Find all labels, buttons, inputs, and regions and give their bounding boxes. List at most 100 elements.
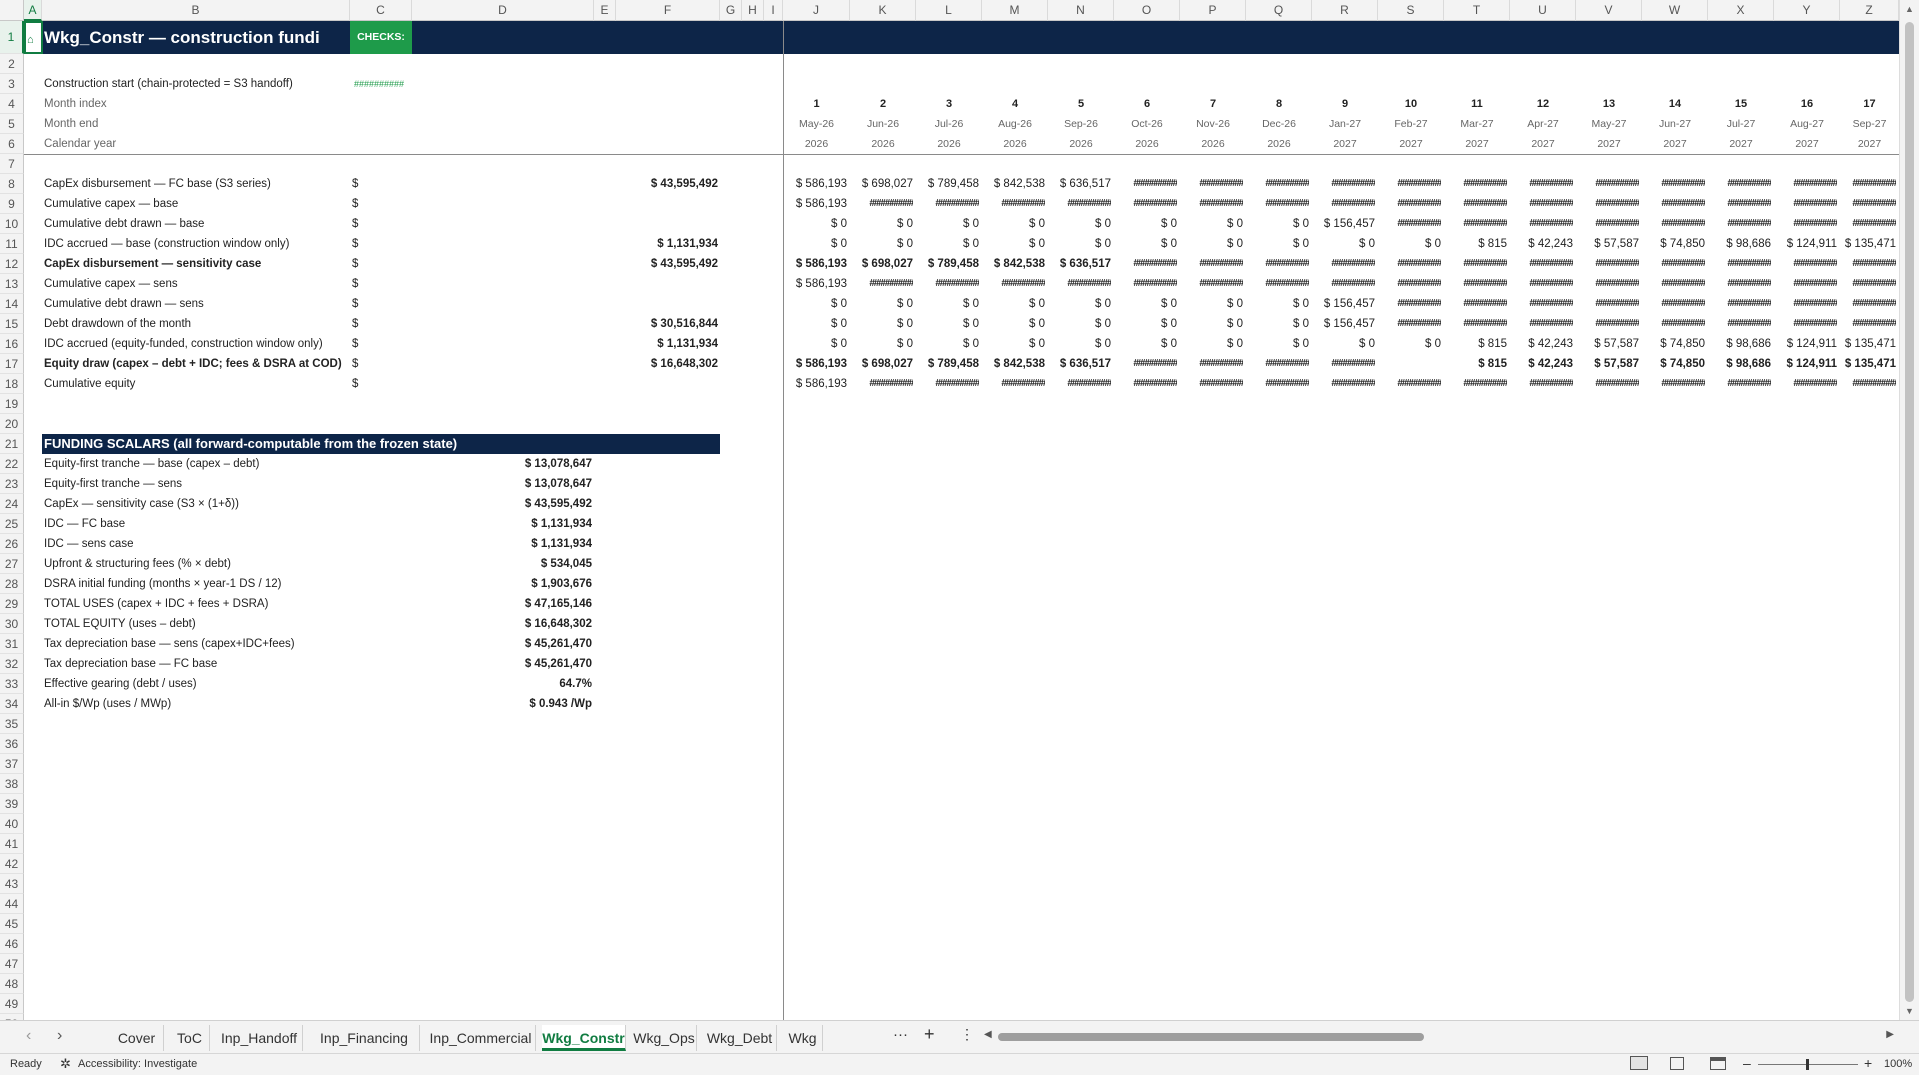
row-value[interactable]: ##########	[1576, 194, 1639, 214]
scalar-value[interactable]: 64.7%	[412, 674, 592, 694]
row-header[interactable]: 11	[0, 234, 24, 254]
row-value[interactable]: ##########	[1642, 274, 1705, 294]
row-value[interactable]: ##########	[1840, 214, 1896, 234]
month-index[interactable]: 6	[1114, 94, 1180, 114]
row-value[interactable]: ##########	[1444, 374, 1507, 394]
scalar-value[interactable]: $ 43,595,492	[412, 494, 592, 514]
column-header-j[interactable]: J	[783, 0, 850, 21]
column-header-v[interactable]: V	[1576, 0, 1642, 21]
row-value[interactable]: ##########	[1444, 194, 1507, 214]
month-end[interactable]: Jan-27	[1312, 114, 1378, 134]
scalar-label[interactable]: All-in $/Wp (uses / MWp)	[44, 694, 410, 714]
options-icon[interactable]: ⋮	[960, 1026, 974, 1043]
row-unit[interactable]: $	[352, 274, 382, 294]
row-header[interactable]: 36	[0, 734, 24, 754]
calendar-year[interactable]: 2026	[1246, 134, 1312, 154]
row-value[interactable]: ##########	[1642, 314, 1705, 334]
tab-inp-financing[interactable]: Inp_Financing	[309, 1025, 420, 1051]
row-value[interactable]: $ 698,027	[850, 254, 913, 274]
row-value[interactable]: $ 0	[982, 314, 1045, 334]
tab-toc[interactable]: ToC	[170, 1025, 210, 1051]
scroll-up-icon[interactable]: ▲	[1905, 4, 1914, 14]
row-value[interactable]: $ 0	[850, 214, 913, 234]
row-value[interactable]: $ 74,850	[1642, 354, 1705, 374]
row-value[interactable]: $ 0	[1246, 294, 1309, 314]
month-index[interactable]: 10	[1378, 94, 1444, 114]
month-end[interactable]: May-27	[1576, 114, 1642, 134]
row-value[interactable]: ##########	[1576, 314, 1639, 334]
row-value[interactable]: $ 586,193	[783, 374, 847, 394]
column-header-u[interactable]: U	[1510, 0, 1576, 21]
row-value[interactable]: ##########	[1378, 294, 1441, 314]
row-header[interactable]: 6	[0, 134, 24, 154]
row-value[interactable]: ##########	[1444, 314, 1507, 334]
scalar-label[interactable]: Equity-first tranche — base (capex – deb…	[44, 454, 410, 474]
row-value[interactable]: ##########	[1378, 274, 1441, 294]
month-end[interactable]: Jun-26	[850, 114, 916, 134]
row-value[interactable]: $ 98,686	[1708, 334, 1771, 354]
row-value[interactable]: ##########	[1708, 214, 1771, 234]
scalar-label[interactable]: TOTAL EQUITY (uses – debt)	[44, 614, 410, 634]
row-value[interactable]: ##########	[1576, 174, 1639, 194]
vertical-scroll-thumb[interactable]	[1905, 22, 1914, 1002]
row-value[interactable]: $ 124,911	[1774, 234, 1837, 254]
row-header[interactable]: 19	[0, 394, 24, 414]
row-header[interactable]: 1	[0, 21, 24, 54]
row-value[interactable]: ##########	[1180, 374, 1243, 394]
row-value[interactable]: ##########	[1642, 254, 1705, 274]
row-value[interactable]: ##########	[1510, 214, 1573, 234]
month-end[interactable]: Jun-27	[1642, 114, 1708, 134]
row-header[interactable]: 22	[0, 454, 24, 474]
row-value[interactable]: ##########	[1246, 274, 1309, 294]
row-value[interactable]: $ 586,193	[783, 174, 847, 194]
month-end[interactable]: May-26	[783, 114, 850, 134]
row-value[interactable]: $ 0	[1114, 334, 1177, 354]
month-end[interactable]: Dec-26	[1246, 114, 1312, 134]
row-value[interactable]: ##########	[1180, 354, 1243, 374]
row-value[interactable]: ##########	[1642, 294, 1705, 314]
row-label[interactable]: Cumulative capex — base	[44, 194, 350, 214]
row-unit[interactable]: $	[352, 334, 382, 354]
column-header-a[interactable]: A	[24, 0, 42, 21]
calendar-year[interactable]: 2026	[1048, 134, 1114, 154]
month-end[interactable]: Apr-27	[1510, 114, 1576, 134]
row-label[interactable]: Cumulative capex — sens	[44, 274, 350, 294]
row-label[interactable]: Debt drawdown of the month	[44, 314, 350, 334]
row-label[interactable]: Equity draw (capex – debt + IDC; fees & …	[44, 354, 350, 374]
row-header[interactable]: 32	[0, 654, 24, 674]
row-value[interactable]: ##########	[1774, 254, 1837, 274]
month-index[interactable]: 9	[1312, 94, 1378, 114]
month-end[interactable]: Aug-26	[982, 114, 1048, 134]
add-sheet-icon[interactable]: +	[924, 1024, 935, 1045]
month-index[interactable]: 15	[1708, 94, 1774, 114]
row-value[interactable]: $ 0	[783, 334, 847, 354]
row-value[interactable]: $ 74,850	[1642, 234, 1705, 254]
column-header-n[interactable]: N	[1048, 0, 1114, 21]
row-value[interactable]: ##########	[1642, 174, 1705, 194]
row-value[interactable]: ##########	[1180, 274, 1243, 294]
row-total[interactable]: $ 1,131,934	[616, 334, 718, 354]
row-value[interactable]: ##########	[1378, 314, 1441, 334]
row-value[interactable]: ##########	[1114, 374, 1177, 394]
row-value[interactable]: ##########	[1180, 194, 1243, 214]
row-value[interactable]: $ 98,686	[1708, 234, 1771, 254]
row-value[interactable]: $ 842,538	[982, 254, 1045, 274]
row-value[interactable]: $ 0	[1114, 314, 1177, 334]
row-value[interactable]: ##########	[1510, 294, 1573, 314]
prev-sheet-icon[interactable]: ‹	[26, 1027, 31, 1045]
scroll-left-icon[interactable]: ◀	[984, 1029, 992, 1040]
row-value[interactable]: $ 0	[916, 214, 979, 234]
row-value[interactable]: ##########	[1312, 174, 1375, 194]
next-sheet-icon[interactable]: ›	[57, 1027, 62, 1045]
row-value[interactable]: $ 0	[783, 214, 847, 234]
row-header[interactable]: 48	[0, 974, 24, 994]
row-value[interactable]: ##########	[1312, 274, 1375, 294]
row-value[interactable]: $ 0	[982, 334, 1045, 354]
month-index[interactable]: 2	[850, 94, 916, 114]
calendar-year[interactable]: 2027	[1312, 134, 1378, 154]
row-value[interactable]: ##########	[1774, 274, 1837, 294]
tab-inp-commercial[interactable]: Inp_Commercial	[426, 1025, 536, 1051]
row-total[interactable]: $ 43,595,492	[616, 254, 718, 274]
calendar-year[interactable]: 2026	[916, 134, 982, 154]
row-total[interactable]: $ 30,516,844	[616, 314, 718, 334]
